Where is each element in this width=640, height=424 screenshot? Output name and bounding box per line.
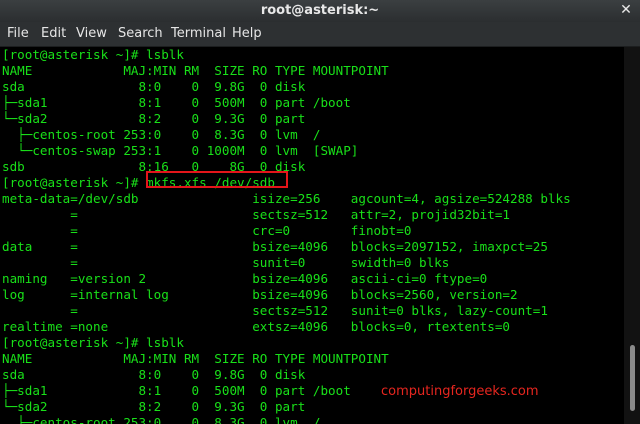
close-icon[interactable]: ✕ — [618, 2, 634, 18]
terminal-line: └─sda2 8:2 0 9.3G 0 part — [2, 111, 306, 126]
terminal-line: ├─centos-root 253:0 0 8.3G 0 lvm / — [2, 415, 321, 424]
terminal-line: [root@asterisk ~]# lsblk — [2, 335, 184, 350]
menu-view[interactable]: View — [76, 26, 107, 41]
terminal-line: sda 8:0 0 9.8G 0 disk — [2, 367, 306, 382]
terminal-line: ├─sda1 8:1 0 500M 0 part /boot — [2, 383, 351, 398]
menu-search[interactable]: Search — [118, 26, 163, 41]
terminal-line: ├─centos-root 253:0 0 8.3G 0 lvm / — [2, 127, 321, 142]
command-highlight-box — [146, 171, 288, 188]
terminal-line: log =internal log bsize=4096 blocks=2560… — [2, 287, 518, 302]
terminal-line: data = bsize=4096 blocks=2097152, imaxpc… — [2, 239, 548, 254]
title-bar[interactable]: root@asterisk:~ ✕ — [0, 0, 640, 22]
terminal-line: = crc=0 finobt=0 — [2, 223, 412, 238]
menu-file[interactable]: File — [7, 26, 29, 41]
menu-edit[interactable]: Edit — [41, 26, 66, 41]
window-title: root@asterisk:~ — [260, 3, 380, 18]
terminal-line: = sectsz=512 attr=2, projid32bit=1 — [2, 207, 510, 222]
terminal-line: [root@asterisk ~]# lsblk — [2, 47, 184, 62]
terminal-line: NAME MAJ:MIN RM SIZE RO TYPE MOUNTPOINT — [2, 351, 389, 366]
terminal-line: sda 8:0 0 9.8G 0 disk — [2, 79, 306, 94]
terminal-line: └─centos-swap 253:1 0 1000M 0 lvm [SWAP] — [2, 143, 359, 158]
terminal-line: meta-data=/dev/sdb isize=256 agcount=4, … — [2, 191, 571, 206]
scrollbar-thumb[interactable] — [630, 345, 635, 411]
vertical-scrollbar[interactable] — [624, 47, 640, 424]
terminal-line: = sectsz=512 sunit=0 blks, lazy-count=1 — [2, 303, 548, 318]
menu-bar: File Edit View Search Terminal Help — [0, 22, 640, 47]
terminal-line: NAME MAJ:MIN RM SIZE RO TYPE MOUNTPOINT — [2, 63, 389, 78]
menu-help[interactable]: Help — [232, 26, 262, 41]
menu-terminal[interactable]: Terminal — [171, 26, 226, 41]
terminal-line: ├─sda1 8:1 0 500M 0 part /boot — [2, 95, 351, 110]
terminal-line: └─sda2 8:2 0 9.3G 0 part — [2, 399, 306, 414]
watermark-text: computingforgeeks.com — [381, 384, 539, 399]
terminal-line: realtime =none extsz=4096 blocks=0, rtex… — [2, 319, 510, 334]
terminal-line: = sunit=0 swidth=0 blks — [2, 255, 450, 270]
terminal-window: root@asterisk:~ ✕ File Edit View Search … — [0, 0, 640, 424]
terminal-line: naming =version 2 bsize=4096 ascii-ci=0 … — [2, 271, 488, 286]
terminal-output[interactable]: [root@asterisk ~]# lsblk NAME MAJ:MIN RM… — [0, 47, 624, 424]
